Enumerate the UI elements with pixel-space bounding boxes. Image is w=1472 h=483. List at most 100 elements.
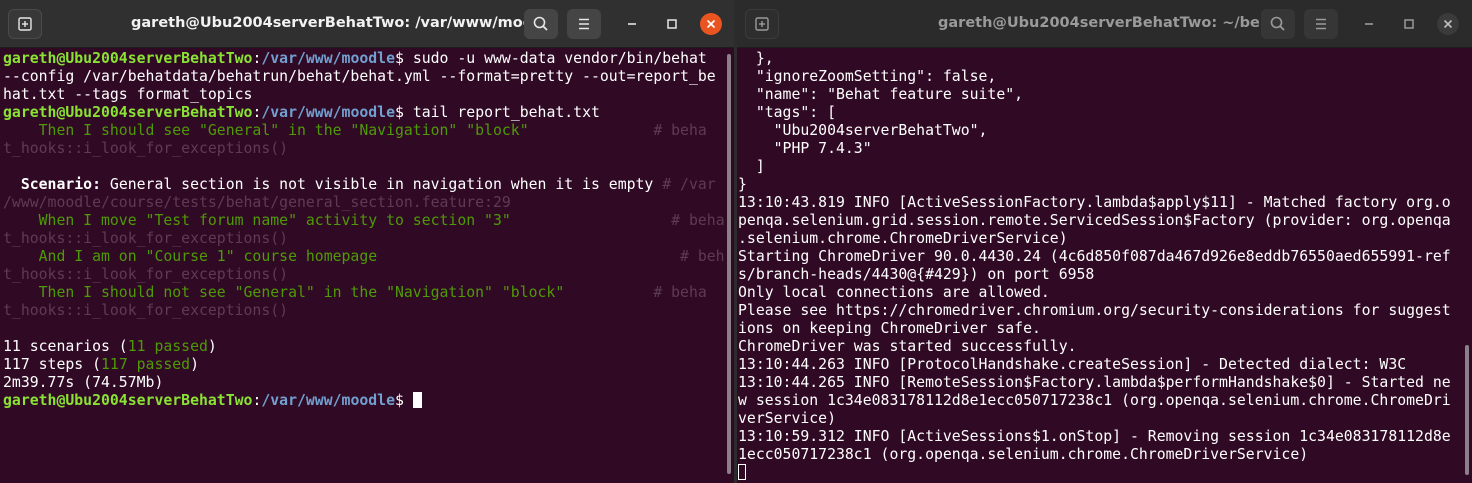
step-comment-continuation: t_hooks::i_look_for_exceptions(): [3, 266, 289, 283]
minimize-icon: [1365, 23, 1373, 25]
output-line: ]: [738, 158, 765, 175]
new-tab-button[interactable]: [745, 9, 779, 39]
prompt-symbol: $: [395, 104, 404, 121]
output-line: "PHP 7.4.3": [738, 140, 872, 157]
output-line: Starting ChromeDriver 90.0.4430.24 (4c6d…: [738, 248, 1451, 265]
active-prompt[interactable]: gareth@Ubu2004serverBehatTwo:/var/www/mo…: [3, 392, 724, 410]
output-line: 13:10:44.263 INFO [ProtocolHandshake.cre…: [738, 356, 1407, 373]
titlebar[interactable]: gareth@Ubu2004serverBehatTwo: ~/behat: [737, 0, 1472, 48]
titlebar[interactable]: gareth@Ubu2004serverBehatTwo: /var/www/m…: [0, 0, 734, 48]
scenarios-passed-count: 11 passed: [127, 338, 208, 355]
maximize-button[interactable]: [1398, 13, 1420, 35]
scrollbar-thumb[interactable]: [1465, 345, 1469, 475]
command-continuation: --config /var/behatdata/behatrun/behat/b…: [3, 68, 716, 85]
command-text: tail report_behat.txt: [403, 104, 600, 121]
step-comment-continuation: t_hooks::i_look_for_exceptions(): [3, 140, 289, 157]
search-button[interactable]: [524, 9, 558, 39]
summary-text: 117 steps (: [3, 356, 101, 373]
menu-button[interactable]: [567, 9, 601, 39]
minimize-button[interactable]: [621, 13, 643, 35]
output-line: "Ubu2004serverBehatTwo",: [738, 122, 988, 139]
menu-button[interactable]: [1304, 9, 1338, 39]
output-line: Please see https://chromedriver.chromium…: [738, 302, 1451, 319]
search-button[interactable]: [1261, 9, 1295, 39]
output-line: s/branch-heads/4430@{#429}) on port 6958: [738, 266, 1095, 283]
command-line: gareth@Ubu2004serverBehatTwo:/var/www/mo…: [3, 104, 724, 122]
minimize-button[interactable]: [1358, 13, 1380, 35]
behat-step: Then I should not see "General" in the "…: [3, 284, 565, 301]
scenario-comment-continuation: /www/moodle/course/tests/behat/general_s…: [3, 194, 511, 211]
output-line: Only local connections are allowed.: [738, 284, 1050, 301]
behat-step: And I am on "Course 1" course homepage: [3, 248, 378, 265]
output-line: "ignoreZoomSetting": false,: [738, 68, 997, 85]
summary-steps: 117 steps (117 passed): [3, 356, 724, 374]
summary-text: ): [190, 356, 200, 373]
output-line: w session 1c34e083178112d8e1ecc050717238…: [738, 392, 1451, 409]
summary-time: 2m39.77s (74.57Mb): [3, 374, 164, 391]
scenario-keyword: Scenario:: [3, 176, 101, 193]
active-cursor-line[interactable]: [738, 464, 1462, 482]
maximize-icon: [1404, 19, 1414, 29]
close-button[interactable]: [1437, 13, 1459, 35]
close-icon: [706, 19, 716, 29]
terminal-window-right: gareth@Ubu2004serverBehatTwo: ~/behat},…: [737, 0, 1472, 483]
prompt-user-host: gareth@Ubu2004serverBehatTwo: [3, 392, 253, 409]
step-comment: # beha: [528, 122, 707, 139]
output-line: 13:10:59.312 INFO [ActiveSessions$1.onSt…: [738, 428, 1451, 445]
step-comment: # beha: [564, 284, 707, 301]
new-tab-button[interactable]: [8, 9, 42, 39]
prompt-path: /var/www/moodle: [261, 104, 395, 121]
output-line: "tags": [: [738, 104, 836, 121]
command-line: gareth@Ubu2004serverBehatTwo:/var/www/mo…: [3, 50, 724, 68]
summary-text: 11 scenarios (: [3, 338, 128, 355]
close-button[interactable]: [700, 13, 722, 35]
command-continuation: hat.txt --tags format_topics: [3, 86, 253, 103]
terminal-output[interactable]: gareth@Ubu2004serverBehatTwo:/var/www/mo…: [3, 50, 724, 483]
text-cursor: [738, 464, 746, 480]
step-comment-continuation: t_hooks::i_look_for_exceptions(): [3, 302, 289, 319]
prompt-symbol: $: [395, 50, 404, 67]
behat-step: Then I should see "General" in the "Navi…: [3, 122, 529, 139]
prompt-user-host: gareth@Ubu2004serverBehatTwo: [3, 50, 253, 67]
output-line: .selenium.chrome.ChromeDriverService): [738, 230, 1068, 247]
output-line: },: [738, 50, 774, 67]
step-comment-continuation: t_hooks::i_look_for_exceptions(): [3, 230, 289, 247]
steps-passed-count: 117 passed: [101, 356, 191, 373]
terminal-window-left: gareth@Ubu2004serverBehatTwo: /var/www/m…: [0, 0, 734, 483]
scenario-title: General section is not visible in naviga…: [101, 176, 654, 193]
summary-scenarios: 11 scenarios (11 passed): [3, 338, 724, 356]
output-line: ChromeDriver was started successfully.: [738, 338, 1077, 355]
terminal-output[interactable]: }, "ignoreZoomSetting": false, "name": "…: [738, 50, 1462, 483]
close-icon: [1443, 19, 1453, 29]
new-tab-icon: [18, 17, 32, 31]
prompt-symbol: $: [395, 392, 404, 409]
step-comment: # beha: [377, 248, 724, 265]
output-line: 1ecc050717238c1 (org.openqa.selenium.chr…: [738, 446, 1309, 463]
output-line: ions on keeping ChromeDriver safe.: [738, 320, 1041, 337]
step-comment: # beha: [510, 212, 724, 229]
output-line: 13:10:44.265 INFO [RemoteSession$Factory…: [738, 374, 1451, 391]
summary-text: ): [207, 338, 217, 355]
behat-step-line: Then I should not see "General" in the "…: [3, 284, 724, 302]
maximize-button[interactable]: [661, 13, 683, 35]
output-line: "name": "Behat feature suite",: [738, 86, 1024, 103]
scrollbar-thumb[interactable]: [727, 54, 731, 474]
scenario-comment: # /var: [653, 176, 716, 193]
scenario-line: Scenario: General section is not visible…: [3, 176, 724, 194]
output-line: 13:10:43.819 INFO [ActiveSessionFactory.…: [738, 194, 1451, 211]
output-line: verService): [738, 410, 836, 427]
window-title: gareth@Ubu2004serverBehatTwo: ~/behat: [938, 15, 1287, 31]
search-icon: [1270, 16, 1285, 31]
search-icon: [533, 16, 548, 31]
hamburger-menu-icon: [1316, 18, 1326, 30]
prompt-user-host: gareth@Ubu2004serverBehatTwo: [3, 104, 253, 121]
command-text: sudo -u www-data vendor/bin/behat: [403, 50, 707, 67]
behat-step-line: Then I should see "General" in the "Navi…: [3, 122, 724, 140]
behat-step-line: When I move "Test forum name" activity t…: [3, 212, 724, 230]
prompt-path: /var/www/moodle: [261, 392, 395, 409]
maximize-icon: [667, 19, 677, 29]
text-cursor: [412, 392, 422, 408]
behat-step-line: And I am on "Course 1" course homepage #…: [3, 248, 724, 266]
